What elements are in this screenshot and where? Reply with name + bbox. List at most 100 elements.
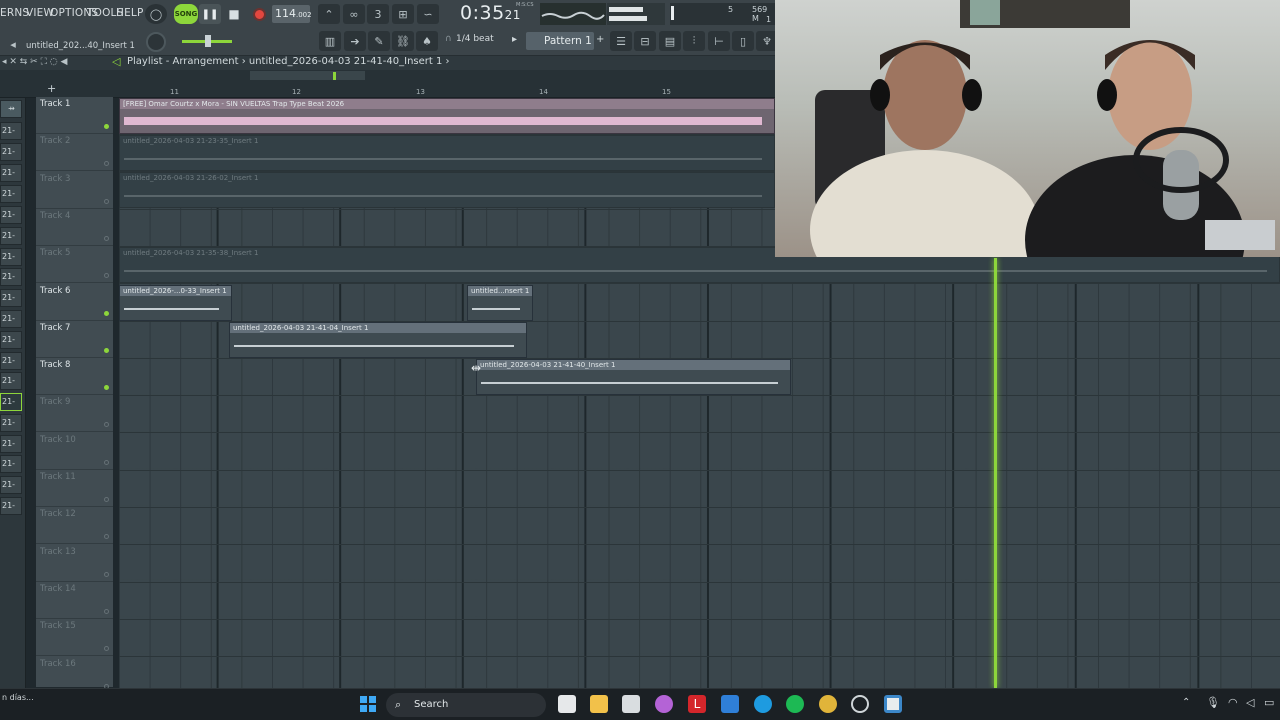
active-app-icon[interactable] (884, 695, 902, 713)
channel-rack-icon[interactable]: ⊟ (634, 31, 656, 51)
menu-patterns[interactable]: ERNS (0, 7, 29, 19)
link-icon[interactable]: ⛓ (392, 31, 414, 51)
audio-clip[interactable]: untitled_2026-...0-33_Insert 1 (119, 285, 232, 321)
track-enable-led[interactable] (104, 497, 109, 502)
track-header[interactable]: Track 12 (36, 507, 113, 545)
audio-clip[interactable]: [FREE] Omar Courtz x Mora - SIN VUELTAS … (119, 98, 775, 134)
hint-icon[interactable]: ◯ (145, 4, 167, 24)
track-enable-led[interactable] (104, 161, 109, 167)
track-enable-led[interactable] (104, 347, 109, 353)
spotify-icon[interactable] (786, 695, 804, 713)
picker-item[interactable]: 21- (0, 206, 22, 224)
picker-item[interactable]: 21- (0, 476, 22, 494)
picker-item[interactable]: 21- (0, 497, 22, 515)
track-header[interactable]: Track 8 (36, 358, 113, 396)
track-enable-led[interactable] (104, 235, 109, 241)
track-header[interactable]: Track 10 (36, 433, 113, 470)
record-button[interactable] (249, 4, 269, 24)
menu-help[interactable]: HELP (116, 7, 144, 19)
track-header[interactable]: Track 3 (36, 172, 113, 209)
track-enable-led[interactable] (104, 310, 109, 316)
audio-clip[interactable]: untitled_2026-04-03 21-41-04_Insert 1 (229, 322, 527, 358)
pattern-song-toggle[interactable]: SONG (174, 4, 198, 24)
track-header[interactable]: Track 13 (36, 545, 113, 582)
volume-icon[interactable]: ◁ (1246, 696, 1254, 709)
track-enable-led[interactable] (104, 608, 109, 614)
add-track-icon[interactable]: + (47, 82, 56, 95)
taskbar-notification[interactable]: n días... (2, 693, 34, 702)
wifi-icon[interactable]: ◠ (1228, 696, 1238, 709)
track-header[interactable]: Track 2 (36, 134, 113, 172)
piano-roll-icon[interactable]: ▤ (659, 31, 681, 51)
track-header[interactable]: Track 14 (36, 582, 113, 619)
track-enable-led[interactable] (104, 534, 109, 540)
taskbar-search[interactable]: ⌕ Search (386, 693, 546, 717)
app-blue-icon[interactable] (721, 695, 739, 713)
track-enable-led[interactable] (104, 422, 109, 428)
track-enable-led[interactable] (104, 459, 109, 465)
metronome-icon[interactable]: ⌃ (318, 4, 340, 24)
picker-item[interactable]: 21- (0, 331, 22, 349)
tempo-display[interactable]: 114.002 (272, 5, 312, 23)
picker-item[interactable]: 21- (0, 143, 22, 161)
picker-item[interactable]: 21- (0, 248, 22, 266)
edge-icon[interactable] (754, 695, 772, 713)
windows-start-icon[interactable] (359, 695, 377, 713)
microphone-icon[interactable]: 🎙 (1206, 696, 1220, 709)
audio-clip[interactable]: untitled_2026-04-03 21-41-40_Insert 1 (476, 359, 791, 395)
magnet-icon[interactable]: ∩ (445, 34, 452, 44)
app-l-icon[interactable]: L (688, 695, 706, 713)
track-header[interactable]: Track 6 (36, 284, 113, 321)
arrow-right-icon[interactable]: ➔ (344, 31, 366, 51)
loop-record-icon[interactable]: ∽ (417, 4, 439, 24)
browser-icon[interactable]: ⊢ (708, 31, 730, 51)
picker-item[interactable]: 21- (0, 164, 22, 182)
track-enable-led[interactable] (104, 124, 109, 129)
picker-item[interactable]: 21- (0, 393, 22, 411)
audio-clip[interactable]: untitled...nsert 1 (467, 285, 533, 321)
scroll-overview[interactable] (250, 71, 365, 80)
stop-button[interactable]: ■ (224, 4, 244, 24)
playlist-tool-icons[interactable]: ◂ ✕ ⇆ ✂ ⛶ ◌ ◀ (2, 57, 67, 67)
store-icon[interactable] (622, 695, 640, 713)
picker-add-icon[interactable]: ⇸ (0, 100, 22, 118)
playlist-play-icon[interactable]: ◁ (112, 55, 120, 68)
master-volume-knob[interactable] (146, 32, 166, 52)
playhead-marker[interactable] (994, 258, 997, 688)
plugin-icon[interactable]: ▯ (732, 31, 754, 51)
track-enable-led[interactable] (104, 571, 109, 577)
tray-chevron-icon[interactable]: ⌃ (1182, 697, 1190, 708)
app-circle-icon[interactable] (851, 695, 869, 713)
task-view-icon[interactable] (558, 695, 576, 713)
track-enable-led[interactable] (104, 198, 109, 204)
browser-arrow-icon[interactable]: ◂ (2, 34, 24, 54)
chrome-icon[interactable] (819, 695, 837, 713)
picker-item[interactable]: 21- (0, 310, 22, 328)
piano-icon[interactable]: ▥ (319, 31, 341, 51)
picker-item[interactable]: 21- (0, 289, 22, 307)
picker-item[interactable]: 21- (0, 455, 22, 473)
add-pattern-icon[interactable]: + (596, 34, 604, 45)
track-header[interactable]: Track 11 (36, 470, 113, 507)
picker-item[interactable]: 21- (0, 268, 22, 286)
track-header[interactable]: Track 1 (36, 97, 113, 134)
track-header[interactable]: Track 9 (36, 395, 113, 433)
track-enable-led[interactable] (104, 385, 109, 391)
track-enable-led[interactable] (104, 646, 109, 652)
wait-input-icon[interactable]: ∞ (343, 4, 365, 24)
step-edit-icon[interactable]: ⊞ (392, 4, 414, 24)
picker-item[interactable]: 21- (0, 435, 22, 453)
mixer-icon[interactable]: ⫶ (683, 31, 705, 51)
snap-selector[interactable]: 1/4 beat (456, 34, 494, 44)
file-explorer-icon[interactable] (590, 695, 608, 713)
playlist-icon[interactable]: ☰ (610, 31, 632, 51)
picker-item[interactable]: 21- (0, 352, 22, 370)
pencil-icon[interactable]: ✎ (368, 31, 390, 51)
slider-thumb[interactable] (205, 35, 211, 47)
audio-clip[interactable]: untitled_2026-04-03 21-26-02_Insert 1 (119, 172, 775, 208)
copilot-icon[interactable] (655, 695, 673, 713)
track-header[interactable]: Track 5 (36, 246, 113, 284)
pause-button[interactable]: ❚❚ (199, 4, 221, 24)
pattern-selector[interactable]: Pattern 1 (526, 32, 594, 50)
countdown-icon[interactable]: 3 (367, 4, 389, 24)
